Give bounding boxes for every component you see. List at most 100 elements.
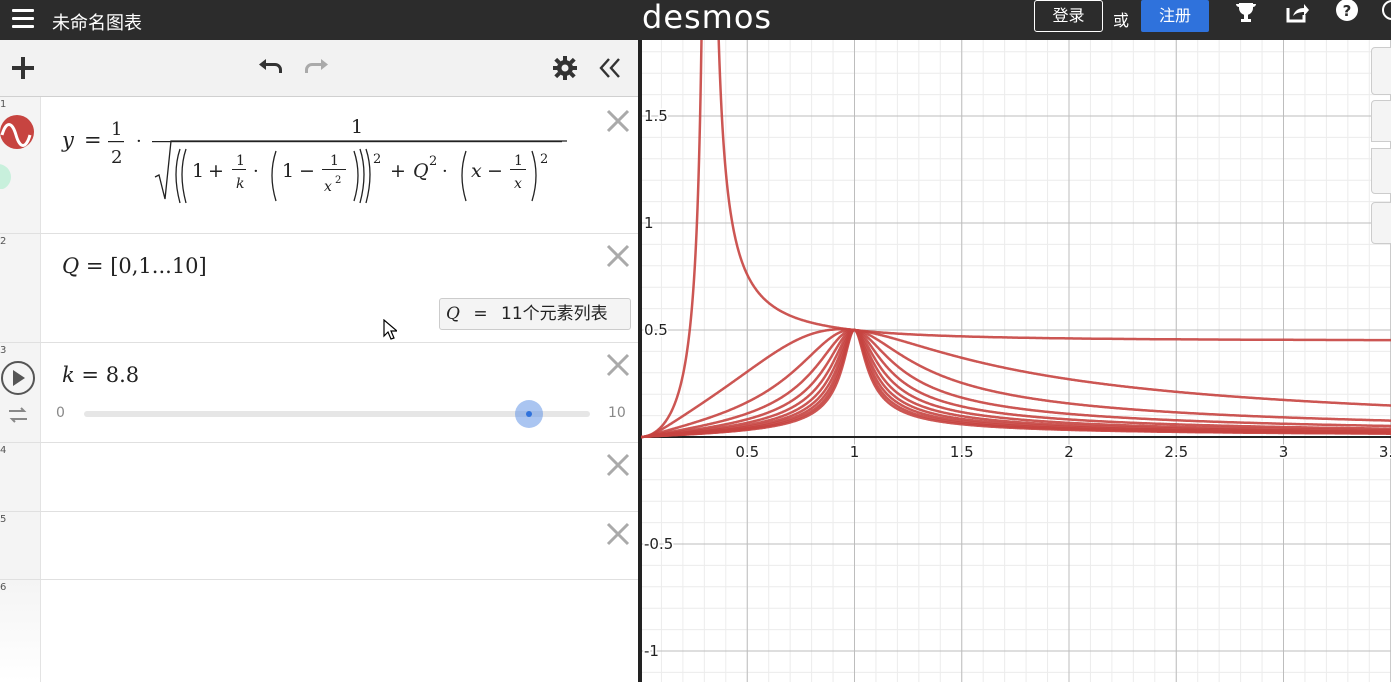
k-slider-track[interactable] xyxy=(84,411,590,417)
one-over-x-num: 1 xyxy=(514,153,523,169)
trophy-icon[interactable] xyxy=(1233,0,1259,26)
double-chevron-left-icon[interactable] xyxy=(596,54,624,82)
close-icon[interactable] xyxy=(604,107,632,135)
x-var: x xyxy=(471,160,482,182)
expression-gutter: 3 xyxy=(0,343,41,442)
graph-area[interactable]: 0.5 1 1.5 2 2.5 3 3.5 1.5 1 0.5 -0.5 -1 xyxy=(640,40,1391,682)
fraction-numerator: 1 xyxy=(351,116,363,138)
desmos-logo: desmos xyxy=(642,0,773,36)
x-tick-label: 2.5 xyxy=(1164,443,1188,461)
y-var: y xyxy=(61,128,75,152)
equation-y-formula[interactable]: y = 1 2 · 1 1 + 1 k · 1 − 1 x 2 2 + Q 2 … xyxy=(56,113,576,209)
slider-min-label: 0 xyxy=(56,405,65,421)
loop-icon[interactable] xyxy=(6,405,30,425)
list-info-tag: Q = 11个元素列表 xyxy=(439,298,631,330)
share-icon[interactable] xyxy=(1284,0,1310,26)
x-squared-exp: 2 xyxy=(335,175,341,186)
y-tick-label: 0.5 xyxy=(644,321,668,339)
login-button[interactable]: 登录 xyxy=(1034,0,1103,32)
close-icon[interactable] xyxy=(604,351,632,379)
gear-icon[interactable] xyxy=(551,54,579,82)
one-over-k-num: 1 xyxy=(236,153,245,169)
plus-icon[interactable] xyxy=(9,54,37,82)
k-var: k xyxy=(62,363,75,387)
x-tick-label: 1 xyxy=(850,443,860,461)
graph-canvas[interactable]: 0.5 1 1.5 2 2.5 3 3.5 1.5 1 0.5 -0.5 -1 xyxy=(640,40,1391,682)
home-icon[interactable] xyxy=(1371,202,1391,244)
Q-square-exp: 2 xyxy=(429,154,437,169)
signup-button[interactable]: 注册 xyxy=(1141,0,1209,32)
expression-row-3[interactable]: 3 k = 8.8 0 10 xyxy=(0,343,638,443)
expression-row-6[interactable]: 6 xyxy=(0,580,638,682)
expression-index: 2 xyxy=(0,236,7,247)
zoom-out-icon[interactable] xyxy=(1371,148,1391,194)
minus-sign: − xyxy=(299,160,315,182)
expression-row-4[interactable]: 4 xyxy=(0,443,638,512)
graph-title[interactable]: 未命名图表 xyxy=(52,9,142,35)
slider-expression[interactable]: k = 8.8 xyxy=(62,363,139,387)
expression-index: 4 xyxy=(0,445,7,456)
y-tick-label: -1 xyxy=(644,642,659,660)
second-square-exp: 2 xyxy=(540,152,548,167)
curve-Q-0[interactable] xyxy=(641,40,1391,439)
undo-icon[interactable] xyxy=(257,54,285,82)
expression-gutter: 4 xyxy=(0,443,41,511)
expression-index: 1 xyxy=(0,99,7,110)
half-denominator: 2 xyxy=(111,147,122,168)
Q-var: Q xyxy=(62,254,80,278)
svg-text:?: ? xyxy=(1343,2,1352,20)
help-icon[interactable]: ? xyxy=(1334,0,1360,26)
expression-row-1[interactable]: 1 y = 1 2 · 1 1 + 1 k · 1 − 1 x 2 2 + Q … xyxy=(0,97,638,234)
minus-sign-2: − xyxy=(487,160,503,182)
k-slider-thumb[interactable] xyxy=(515,400,544,428)
outer-square-exp: 2 xyxy=(373,152,381,167)
play-icon[interactable] xyxy=(0,360,36,396)
redo-icon[interactable] xyxy=(302,54,330,82)
half-numerator: 1 xyxy=(111,119,122,140)
or-label: 或 xyxy=(1113,11,1130,30)
expression-gutter: 5 xyxy=(0,512,41,579)
language-icon[interactable] xyxy=(1381,0,1391,26)
list-tag-label: 11个元素列表 xyxy=(501,304,608,324)
close-icon[interactable] xyxy=(604,242,632,270)
x-tick-label: 3 xyxy=(1279,443,1289,461)
one-over-x2-den: x xyxy=(324,179,332,195)
wrench-icon[interactable] xyxy=(1371,47,1391,95)
one-over-x-den: x xyxy=(514,176,522,192)
equals-sign: = xyxy=(84,128,102,152)
close-icon[interactable] xyxy=(604,451,632,479)
expression-row-5[interactable]: 5 xyxy=(0,512,638,580)
expression-index: 5 xyxy=(0,514,7,525)
expression-gutter: 1 xyxy=(0,97,41,233)
y-tick-label: 1 xyxy=(644,214,654,232)
close-icon[interactable] xyxy=(604,520,632,548)
dot-operator-3: · xyxy=(442,161,448,182)
plus-sign-2: + xyxy=(390,160,406,182)
zoom-in-icon[interactable] xyxy=(1371,100,1391,142)
expression-gutter: 6 xyxy=(0,580,41,682)
term-one: 1 xyxy=(192,160,204,182)
term-one-2: 1 xyxy=(282,160,294,182)
y-tick-label: 1.5 xyxy=(644,107,668,125)
expression-gutter: 2 xyxy=(0,234,41,342)
list-tag-var: Q xyxy=(446,304,460,324)
curve-color-icon[interactable] xyxy=(0,113,38,189)
dot-operator: · xyxy=(136,131,142,152)
dot-operator-2: · xyxy=(253,161,259,182)
list-tag-eq: = xyxy=(473,304,488,324)
expression-panel: 1 y = 1 2 · 1 1 + 1 k · 1 − 1 x 2 2 + Q … xyxy=(0,40,638,682)
expression-row-2[interactable]: 2 Q = [0,1...10] Q = 11个元素列表 xyxy=(0,234,638,343)
expression-index: 3 xyxy=(0,345,7,356)
list-expression[interactable]: Q = [0,1...10] xyxy=(62,254,207,278)
expression-toolbar xyxy=(0,40,638,97)
k-value: 8.8 xyxy=(105,363,140,387)
x-tick-label: 0.5 xyxy=(735,443,759,461)
plus-sign: + xyxy=(208,160,224,182)
expression-index: 6 xyxy=(0,582,7,593)
top-bar: 未命名图表 desmos 登录 或 注册 ? xyxy=(0,0,1391,40)
menu-icon[interactable] xyxy=(10,6,36,32)
x-tick-label: 3.5 xyxy=(1379,443,1391,461)
list-value: [0,1...10] xyxy=(110,254,207,278)
slider-max-label: 10 xyxy=(608,405,626,421)
x-tick-label: 2 xyxy=(1064,443,1074,461)
